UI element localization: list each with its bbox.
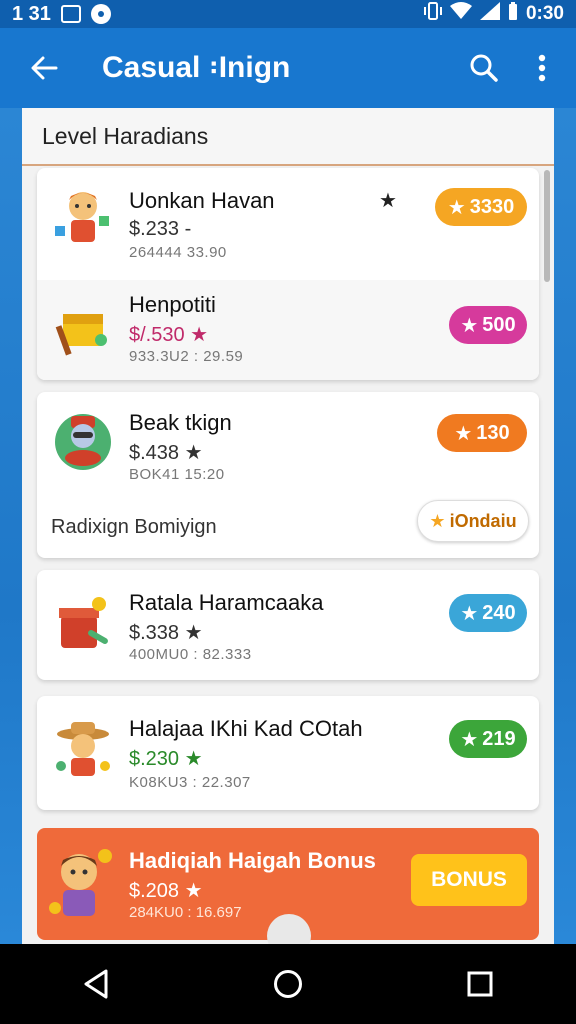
badge-button[interactable]: ★ 219 bbox=[449, 720, 527, 758]
more-options-button[interactable] bbox=[514, 28, 570, 108]
search-button[interactable] bbox=[454, 28, 514, 108]
item-subtitle: 400MU0 : 82.333 bbox=[129, 646, 252, 663]
wifi-icon bbox=[449, 2, 472, 26]
item-subtitle: K08KU3 : 22.307 bbox=[129, 774, 251, 791]
item-price: $.338 ★ bbox=[129, 622, 203, 644]
badge-button[interactable]: ★ 500 bbox=[449, 306, 527, 344]
battery-icon bbox=[508, 2, 518, 26]
robot-character-icon bbox=[55, 414, 111, 470]
circle-home-icon bbox=[274, 970, 302, 998]
bonus-price: $.208 ★ bbox=[129, 880, 203, 902]
extra-row-label: Radixign Bomiyign bbox=[51, 516, 217, 538]
list-item[interactable]: Ratala Haramcaaka $.338 ★ 400MU0 : 82.33… bbox=[37, 570, 539, 680]
signal-icon bbox=[479, 2, 500, 26]
item-price: $.233 - bbox=[129, 218, 192, 240]
badge-button[interactable]: ★ 3330 bbox=[435, 188, 527, 226]
badge-value: 130 bbox=[476, 421, 510, 444]
nav-back-button[interactable] bbox=[66, 954, 126, 1014]
gift-box-icon bbox=[59, 597, 108, 648]
extra-row-button-label: iOndaiu bbox=[449, 510, 517, 531]
item-card: Ratala Haramcaaka $.338 ★ 400MU0 : 82.33… bbox=[37, 570, 539, 680]
search-icon bbox=[470, 54, 498, 82]
section-header: Level Haradians bbox=[22, 108, 554, 166]
item-subtitle: BOK41 15:20 bbox=[129, 466, 225, 483]
list-item[interactable]: Uonkan Havan $.233 - 264444 33.90 ★ ★ 333… bbox=[37, 168, 539, 280]
star-icon: ★ bbox=[429, 510, 446, 531]
status-bar: 1 31 0:30 bbox=[0, 0, 576, 28]
item-card: Halajaa IKhi Kad COtah $.230 ★ K08KU3 : … bbox=[37, 696, 539, 810]
item-price: $/.530 ★ bbox=[129, 324, 209, 346]
list-item[interactable]: Henpotiti $/.530 ★ 933.3U2 : 29.59 ★ 500 bbox=[37, 280, 539, 380]
list-item[interactable]: Halajaa IKhi Kad COtah $.230 ★ K08KU3 : … bbox=[37, 696, 539, 810]
badge-value: 500 bbox=[482, 313, 516, 336]
badge-value: 219 bbox=[482, 727, 516, 750]
nav-home-button[interactable] bbox=[258, 954, 318, 1014]
square-recents-icon bbox=[467, 971, 493, 997]
nav-recents-button[interactable] bbox=[450, 954, 510, 1014]
status-time-left: 1 31 bbox=[12, 2, 51, 25]
page-title: Casual ꞉Inign bbox=[102, 51, 291, 84]
item-subtitle: 933.3U2 : 29.59 bbox=[129, 348, 244, 365]
bonus-subtitle: 284KU0 : 16.697 bbox=[129, 904, 242, 921]
app-bar: Casual ꞉Inign bbox=[0, 28, 576, 108]
item-name: Ratala Haramcaaka bbox=[129, 590, 324, 615]
item-name: Henpotiti bbox=[129, 292, 216, 317]
star-icon: ★ bbox=[460, 602, 479, 625]
item-name: Halajaa IKhi Kad COtah bbox=[129, 716, 363, 741]
vibrate-icon bbox=[423, 1, 442, 27]
bonus-title: Hadiqiah Haigah Bonus bbox=[129, 848, 376, 873]
star-icon: ★ bbox=[379, 190, 397, 212]
star-icon: ★ bbox=[460, 728, 479, 751]
star-icon: ★ bbox=[460, 314, 479, 337]
item-name: Beak tkign bbox=[129, 410, 232, 435]
back-button[interactable] bbox=[12, 28, 76, 108]
record-notification-icon bbox=[90, 4, 111, 24]
item-price: $.230 ★ bbox=[129, 748, 203, 770]
treasure-chest-icon bbox=[55, 314, 107, 356]
list-item[interactable]: Beak tkign $.438 ★ BOK41 15:20 ★ 130 Radi… bbox=[37, 392, 539, 558]
badge-value: 3330 bbox=[469, 195, 515, 218]
badge-button[interactable]: ★ 130 bbox=[437, 414, 527, 452]
star-icon: ★ bbox=[447, 196, 466, 219]
boy-character-icon bbox=[55, 192, 109, 242]
item-price: $.438 ★ bbox=[129, 442, 203, 464]
item-card: Beak tkign $.438 ★ BOK41 15:20 ★ 130 Radi… bbox=[37, 392, 539, 558]
badge-button[interactable]: ★ 240 bbox=[449, 594, 527, 632]
kid-character-icon bbox=[49, 849, 112, 916]
more-vertical-icon bbox=[538, 54, 546, 82]
content-sheet: Level Haradians Uonkan Havan $.233 - 264… bbox=[22, 108, 554, 958]
gallery-notification-icon bbox=[60, 5, 81, 23]
item-card: Uonkan Havan $.233 - 264444 33.90 ★ ★ 333… bbox=[37, 168, 539, 380]
star-icon: ★ bbox=[454, 422, 473, 445]
triangle-back-icon bbox=[84, 969, 108, 999]
badge-value: 240 bbox=[482, 601, 516, 624]
scrollbar[interactable] bbox=[544, 170, 550, 282]
item-name: Uonkan Havan bbox=[129, 188, 275, 213]
item-subtitle: 264444 33.90 bbox=[129, 244, 227, 261]
extra-row-button[interactable]: ★ iOndaiu bbox=[417, 500, 529, 542]
status-time-right: 0:30 bbox=[525, 3, 564, 24]
farmer-character-icon bbox=[56, 722, 110, 776]
system-nav-bar bbox=[0, 944, 576, 1024]
arrow-left-icon bbox=[31, 56, 58, 80]
bonus-button[interactable]: BONUS bbox=[411, 854, 527, 906]
